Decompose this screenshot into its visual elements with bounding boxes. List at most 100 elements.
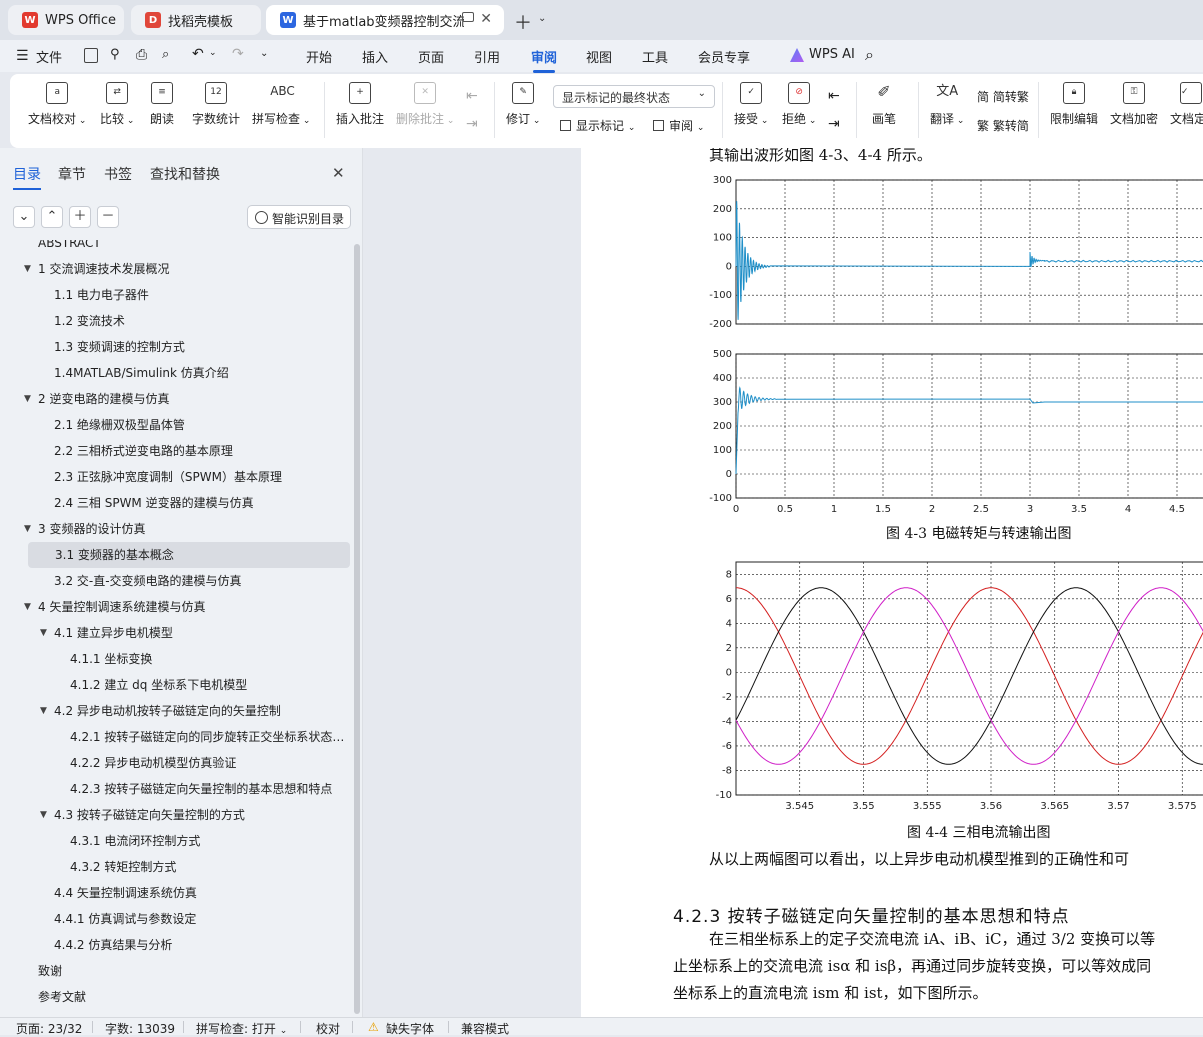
menu-item[interactable]: 会员专享 — [698, 47, 750, 66]
redo-icon[interactable]: ↷ — [232, 46, 244, 62]
toc-item[interactable]: 4.1.2 建立 dq 坐标系下电机模型 — [70, 672, 345, 698]
collapse-caret-icon[interactable]: ▼ — [40, 628, 47, 638]
tab-document[interactable]: W 基于matlab变频器控制交流电 ✕ — [266, 5, 504, 35]
toc-item[interactable]: 4.1.1 坐标变换 — [70, 646, 345, 672]
share-icon[interactable]: ⚲ — [110, 47, 120, 62]
toc-item[interactable]: 致谢 — [38, 958, 345, 984]
prev-change-icon[interactable]: ⇤ — [828, 88, 840, 104]
undo-dropdown-icon[interactable]: ⌄ — [209, 48, 217, 58]
collapse-caret-icon[interactable]: ▼ — [24, 524, 31, 534]
pen-button[interactable]: ✐ 画笔 — [872, 82, 896, 127]
collapse-caret-icon[interactable]: ▼ — [24, 394, 31, 404]
toc-item[interactable]: 4.2 异步电动机按转子磁链定向的矢量控制 — [54, 698, 345, 724]
tab-docer[interactable]: D 找稻壳模板 — [131, 5, 261, 35]
save-icon[interactable] — [84, 48, 98, 63]
spell-check-indicator[interactable]: 拼写检查: 打开 ⌄ — [196, 1020, 287, 1037]
toc-item[interactable]: 4.4.1 仿真调试与参数设定 — [54, 906, 345, 932]
to-simplified-button[interactable]: 繁 繁转简 — [977, 117, 1029, 134]
smart-toc-button[interactable]: 智能识别目录 — [247, 205, 351, 229]
toc-item[interactable]: 2.4 三相 SPWM 逆变器的建模与仿真 — [54, 490, 345, 516]
expand-down-button[interactable]: ⌄ — [13, 206, 35, 228]
toc-item[interactable]: 4.2.2 异步电动机模型仿真验证 — [70, 750, 345, 776]
nav-tab-bookmarks[interactable]: 书签 — [104, 164, 132, 184]
toc-item[interactable]: 4.1 建立异步电机模型 — [54, 620, 345, 646]
delete-comment-button[interactable]: ✕ 删除批注 ⌄ — [396, 82, 454, 127]
nav-tab-chapters[interactable]: 章节 — [58, 164, 86, 184]
collapse-up-button[interactable]: ⌃ — [41, 206, 63, 228]
chevron-down-icon[interactable]: ⌄ — [538, 13, 546, 24]
toc-item[interactable]: 1 交流调速技术发展概况 — [38, 256, 345, 282]
proofread-indicator[interactable]: 校对 — [316, 1020, 340, 1037]
toc-item[interactable]: 1.4MATLAB/Simulink 仿真介绍 — [54, 360, 345, 386]
menu-item[interactable]: 工具 — [642, 47, 668, 66]
markup-state-select[interactable]: 显示标记的最终状态 ⌄ — [553, 85, 715, 108]
toc-item[interactable]: 3.1 变频器的基本概念 — [28, 542, 350, 568]
toc-item[interactable]: 3.2 交-直-交变频电路的建模与仿真 — [54, 568, 345, 594]
review-pane-button[interactable]: 审阅 ⌄ — [653, 117, 704, 134]
insert-comment-button[interactable]: + 插入批注 — [336, 82, 384, 127]
more-chevron-icon[interactable]: ⌄ — [260, 48, 268, 59]
print-icon[interactable]: ⎙ — [136, 47, 147, 63]
toc-item[interactable]: 4.4 矢量控制调速系统仿真 — [54, 880, 345, 906]
menu-item[interactable]: 插入 — [362, 47, 388, 66]
hamburger-icon[interactable]: ☰ — [16, 48, 29, 64]
accept-button[interactable]: ✓ 接受 ⌄ — [734, 82, 768, 127]
menu-wps-ai[interactable]: WPS AI — [809, 47, 855, 62]
track-changes-button[interactable]: ✎ 修订 ⌄ — [506, 82, 540, 127]
collapse-caret-icon[interactable]: ▼ — [24, 602, 31, 612]
prev-comment-icon[interactable]: ⇤ — [466, 88, 478, 104]
read-aloud-button[interactable]: ≡ 朗读 — [150, 82, 174, 127]
reject-button[interactable]: ⊘ 拒绝 ⌄ — [782, 82, 816, 127]
tab-wps-office[interactable]: W WPS Office — [8, 5, 124, 35]
new-tab-icon[interactable]: ＋ — [514, 9, 532, 35]
compare-button[interactable]: ⇄ 比较 ⌄ — [100, 82, 134, 127]
to-traditional-button[interactable]: 简 简转繁 — [977, 88, 1029, 105]
toc-item[interactable]: 1.1 电力电子器件 — [54, 282, 345, 308]
toc-item[interactable]: 4.3 按转子磁链定向矢量控制的方式 — [54, 802, 345, 828]
next-comment-icon[interactable]: ⇥ — [466, 116, 478, 132]
remove-heading-button[interactable]: － — [97, 206, 119, 228]
toc-item[interactable]: 4.4.2 仿真结果与分析 — [54, 932, 345, 958]
toc-item[interactable]: 1.3 变频调速的控制方式 — [54, 334, 345, 360]
word-count-button[interactable]: 12 字数统计 — [192, 82, 240, 127]
word-count-indicator[interactable]: 字数: 13039 — [105, 1020, 175, 1037]
collapse-caret-icon[interactable]: ▼ — [24, 264, 31, 274]
menu-item[interactable]: 引用 — [474, 47, 500, 66]
toc-item[interactable]: 4.2.3 按转子磁链定向矢量控制的基本思想和特点 — [70, 776, 345, 802]
toc-item[interactable]: 4.3.2 转矩控制方式 — [70, 854, 345, 880]
toc-item[interactable]: 1.2 变流技术 — [54, 308, 345, 334]
toc-item[interactable]: 3 变频器的设计仿真 — [38, 516, 345, 542]
doc-final-button[interactable]: ✓ 文档定 — [1170, 82, 1203, 127]
spell-check-button[interactable]: ABC 拼写检查 ⌄ — [252, 82, 310, 127]
collapse-caret-icon[interactable]: ▼ — [40, 706, 47, 716]
search-icon[interactable]: ⌕ — [865, 45, 874, 65]
collapse-caret-icon[interactable]: ▼ — [40, 810, 47, 820]
menu-item[interactable]: 页面 — [418, 47, 444, 66]
toc-item[interactable]: 2.1 绝缘栅双极型晶体管 — [54, 412, 345, 438]
menu-file[interactable]: 文件 — [36, 47, 62, 66]
add-heading-button[interactable]: ＋ — [69, 206, 91, 228]
translate-button[interactable]: 文A 翻译 ⌄ — [930, 82, 964, 127]
undo-icon[interactable]: ↶ — [192, 46, 204, 62]
compat-mode-indicator[interactable]: 兼容模式 — [461, 1020, 509, 1037]
toc-item[interactable]: 4.3.1 电流闭环控制方式 — [70, 828, 345, 854]
restrict-edit-button[interactable]: 🔒︎ 限制编辑 — [1050, 82, 1098, 127]
menu-item[interactable]: 开始 — [306, 47, 332, 66]
page-indicator[interactable]: 页面: 23/32 — [16, 1020, 82, 1037]
nav-scrollbar[interactable] — [354, 244, 360, 1014]
nav-tab-toc[interactable]: 目录 — [13, 164, 41, 190]
toc-item[interactable]: 2.2 三相桥式逆变电路的基本原理 — [54, 438, 345, 464]
next-change-icon[interactable]: ⇥ — [828, 116, 840, 132]
close-tab-icon[interactable]: ✕ — [480, 11, 492, 27]
toc-item[interactable]: 2 逆变电路的建模与仿真 — [38, 386, 345, 412]
doc-check-button[interactable]: a 文档校对 ⌄ — [28, 82, 86, 127]
close-icon[interactable]: ✕ — [332, 164, 345, 182]
toc-item[interactable]: 4 矢量控制调速系统建模与仿真 — [38, 594, 345, 620]
nav-tab-find-replace[interactable]: 查找和替换 — [150, 164, 220, 184]
toc-item[interactable]: 参考文献 — [38, 984, 345, 1010]
toc-item[interactable]: 4.2.1 按转子磁链定向的同步旋转正交坐标系状态方程 — [70, 724, 345, 750]
toc-item[interactable]: ABSTRACT — [38, 240, 345, 256]
print-preview-icon[interactable]: ⌕ — [162, 47, 169, 62]
missing-font-indicator[interactable]: 缺失字体 — [386, 1020, 434, 1037]
toc-item[interactable]: 2.3 正弦脉冲宽度调制（SPWM）基本原理 — [54, 464, 345, 490]
